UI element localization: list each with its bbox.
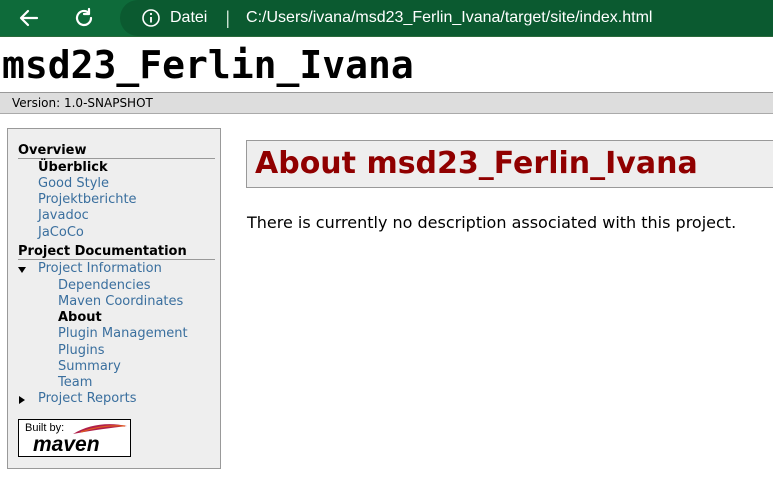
browser-toolbar: Datei | C:/Users/ivana/msd23_Ferlin_Ivan… — [0, 0, 773, 36]
built-by-maven-badge[interactable]: Built by: maven — [18, 419, 131, 457]
nav-item-maven-coordinates[interactable]: Maven Coordinates — [58, 294, 183, 309]
site-title: msd23_Ferlin_Ivana — [2, 43, 414, 87]
reload-icon[interactable] — [70, 4, 98, 32]
url-text[interactable]: C:/Users/ivana/msd23_Ferlin_Ivana/target… — [246, 9, 652, 27]
nav-item-project-information[interactable]: Project Information — [38, 261, 162, 276]
page-title: About msd23_Ferlin_Ivana — [255, 146, 698, 181]
nav-heading-project-documentation: Project Documentation — [18, 244, 215, 260]
nav-item-good-style[interactable]: Good Style — [38, 176, 109, 191]
nav-item-plugins[interactable]: Plugins — [58, 343, 105, 358]
nav-item-project-reports[interactable]: Project Reports — [38, 391, 136, 406]
nav-item-ueberblick: Überblick — [38, 160, 108, 175]
site-header: msd23_Ferlin_Ivana — [0, 36, 773, 92]
nav-item-summary[interactable]: Summary — [58, 359, 121, 374]
nav-item-jacoco[interactable]: JaCoCo — [38, 225, 84, 240]
nav-item-javadoc[interactable]: Javadoc — [38, 208, 89, 223]
badge-maven-text: maven — [33, 433, 100, 456]
nav-item-team[interactable]: Team — [58, 375, 92, 390]
info-icon[interactable] — [140, 7, 162, 29]
arrow-left-icon[interactable] — [15, 4, 43, 32]
nav-item-about: About — [58, 310, 102, 325]
address-separator: | — [225, 7, 231, 28]
collapsed-arrow-icon[interactable] — [19, 396, 25, 404]
project-description: There is currently no description associ… — [247, 213, 737, 232]
nav-item-projektberichte[interactable]: Projektberichte — [38, 192, 137, 207]
nav-heading-overview: Overview — [18, 143, 215, 159]
content-section-header: About msd23_Ferlin_Ivana — [246, 140, 773, 188]
expanded-arrow-icon[interactable] — [18, 267, 26, 273]
nav-item-dependencies[interactable]: Dependencies — [58, 278, 151, 293]
left-navigation: Overview Überblick Good Style Projektber… — [7, 128, 221, 469]
version-bar: Version: 1.0-SNAPSHOT — [0, 92, 773, 114]
version-text: Version: 1.0-SNAPSHOT — [12, 96, 153, 110]
nav-item-plugin-management[interactable]: Plugin Management — [58, 326, 188, 341]
address-bar[interactable]: Datei | C:/Users/ivana/msd23_Ferlin_Ivan… — [120, 0, 773, 36]
scheme-label: Datei — [170, 9, 208, 26]
